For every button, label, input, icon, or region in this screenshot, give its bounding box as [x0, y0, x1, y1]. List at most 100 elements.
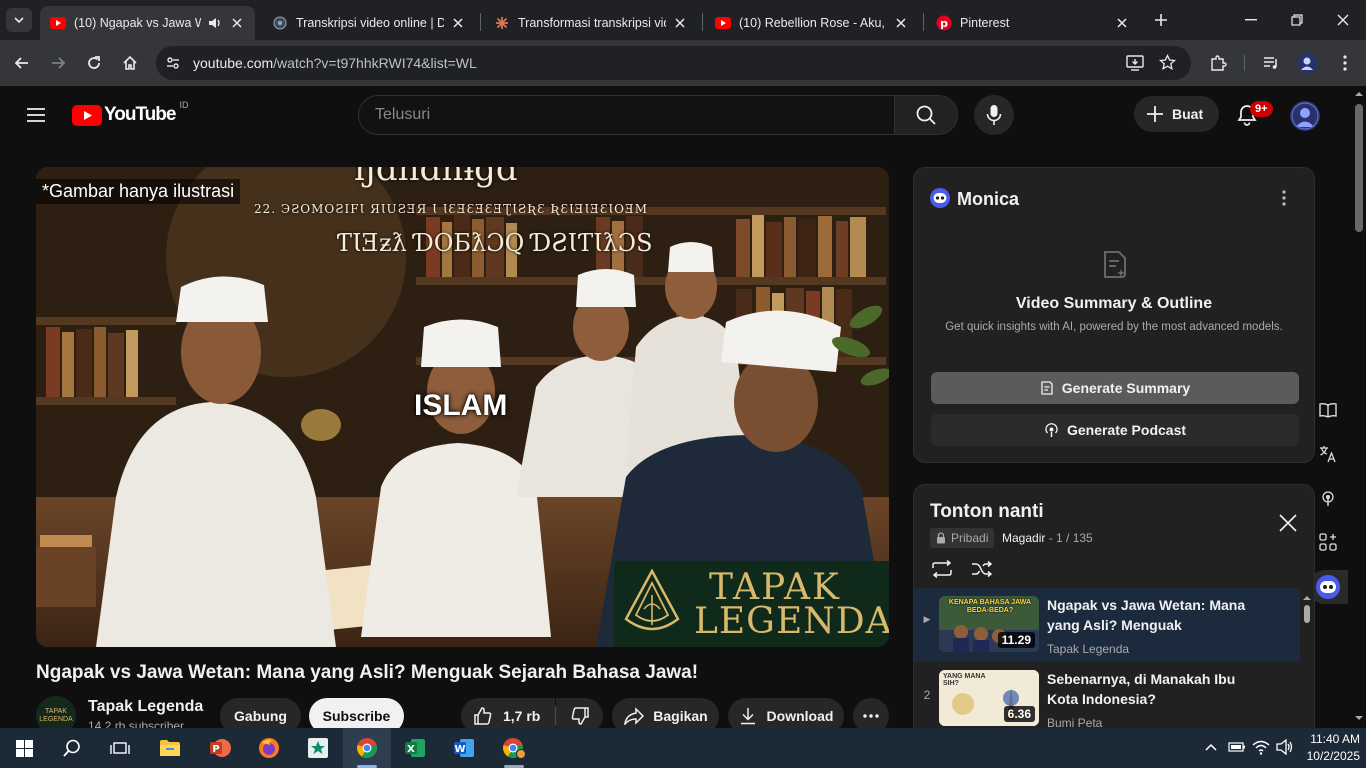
powerpoint-icon: P — [210, 739, 231, 757]
audio-playing-icon[interactable] — [207, 15, 223, 31]
volume-control[interactable] — [1276, 738, 1294, 760]
new-tab-button[interactable] — [1146, 5, 1176, 35]
playlist-scroll-thumb[interactable] — [1304, 605, 1310, 623]
illustration-disclaimer-text: *Gambar hanya ilustrasi — [36, 179, 241, 204]
join-label: Gabung — [234, 708, 287, 724]
shuffle-playlist-button[interactable] — [970, 557, 994, 581]
playlist-item[interactable]: 2 YANG MANA SIH? 6.36 Sebenarnya, di Man… — [914, 662, 1300, 728]
reload-icon — [88, 56, 100, 69]
svg-text:W: W — [454, 744, 465, 755]
monica-title: Monica — [957, 189, 1020, 209]
tab-separator — [480, 13, 481, 31]
site-info-icon[interactable] — [165, 55, 181, 76]
video-player[interactable]: *Gambar hanya ilustrasi ŋɑnɑnɨgɑ 22. ЭƧO… — [36, 167, 889, 647]
folder-icon — [160, 740, 180, 756]
monica-menu-button[interactable] — [1276, 188, 1292, 208]
system-clock[interactable]: 11:40 AM 10/2/2025 — [1296, 731, 1360, 765]
tab-title: Transformasi transkripsi vide — [518, 16, 666, 30]
browser-menu-button[interactable] — [1330, 48, 1360, 78]
thumbs-up-icon — [474, 707, 492, 725]
task-view-button[interactable] — [96, 728, 144, 768]
close-window-button[interactable] — [1320, 0, 1366, 40]
star-app[interactable] — [294, 728, 342, 768]
now-playing-indicator: ▶ — [923, 614, 931, 624]
close-tab-icon[interactable] — [672, 15, 688, 31]
plus-icon — [1147, 106, 1163, 122]
youtube-play-logo-icon — [72, 104, 102, 126]
file-explorer-app[interactable] — [146, 728, 194, 768]
browser-tab-rebellion-rose[interactable]: (10) Rebellion Rose - Aku, Ka — [705, 6, 919, 40]
reader-tool-button[interactable] — [1313, 395, 1343, 425]
back-button[interactable] — [7, 48, 37, 78]
playlist-item[interactable]: ▶ KENAPA BAHASA JAWA BEDA-BEDA? 11.29 Ng… — [914, 588, 1300, 662]
restore-window-button[interactable] — [1274, 0, 1320, 40]
tab-search-button[interactable] — [6, 8, 32, 32]
word-icon: W — [454, 739, 474, 757]
battery-status[interactable] — [1228, 740, 1246, 759]
firefox-app[interactable] — [245, 728, 293, 768]
loop-playlist-button[interactable] — [930, 557, 954, 581]
page-scrollbar[interactable] — [1352, 86, 1366, 728]
playlist-scrollbar[interactable] — [1300, 588, 1314, 728]
page-scroll-thumb[interactable] — [1355, 104, 1363, 232]
start-button[interactable] — [0, 728, 48, 768]
home-button[interactable] — [115, 48, 145, 78]
search-input[interactable] — [375, 106, 894, 124]
chrome-profile-app[interactable] — [490, 728, 538, 768]
arrow-right-icon — [52, 57, 66, 69]
extensions-button[interactable] — [1203, 48, 1233, 78]
wifi-icon — [1252, 740, 1270, 755]
generate-podcast-button[interactable]: Generate Podcast — [931, 414, 1299, 446]
create-button[interactable]: Buat — [1134, 96, 1219, 132]
powerpoint-app[interactable]: P — [196, 728, 244, 768]
channel-name[interactable]: Tapak Legenda — [88, 698, 203, 716]
forward-button[interactable] — [43, 48, 73, 78]
playlist-owner[interactable]: Magadir — [1002, 531, 1045, 545]
windows-logo-icon — [15, 739, 33, 757]
arrow-left-icon — [14, 57, 28, 69]
close-tab-icon[interactable] — [893, 15, 909, 31]
translate-tool-button[interactable] — [1313, 439, 1343, 469]
summary-subtext: Get quick insights with AI, powered by t… — [945, 321, 1283, 333]
close-tab-icon[interactable] — [450, 15, 466, 31]
apps-tool-button[interactable] — [1313, 527, 1343, 557]
profile-button[interactable] — [1292, 48, 1322, 78]
search-box[interactable] — [358, 95, 895, 135]
media-control-button[interactable] — [1256, 48, 1286, 78]
generate-summary-button[interactable]: Generate Summary — [931, 372, 1299, 404]
chrome-icon — [357, 738, 377, 758]
excel-icon: X — [405, 739, 425, 757]
youtube-logo[interactable]: YouTube ID — [72, 100, 188, 126]
close-playlist-button[interactable] — [1276, 511, 1300, 535]
close-tab-icon[interactable] — [1114, 15, 1130, 31]
reload-button[interactable] — [79, 48, 109, 78]
generate-summary-label: Generate Summary — [1061, 380, 1191, 396]
show-hidden-icons-button[interactable] — [1204, 740, 1218, 759]
repeat-icon — [932, 560, 952, 578]
bookmark-star-icon[interactable] — [1158, 53, 1177, 76]
browser-tab-transformasi[interactable]: Transformasi transkripsi vide — [484, 6, 698, 40]
minimize-window-button[interactable] — [1228, 0, 1274, 40]
speaker-icon — [1276, 738, 1293, 756]
close-tab-icon[interactable] — [229, 15, 245, 31]
browser-tab-transkripsi[interactable]: Transkripsi video online | De — [262, 6, 476, 40]
playlist-meta: Magadir - 1 / 135 — [1002, 531, 1093, 545]
more-vertical-icon — [1282, 190, 1286, 206]
install-app-icon[interactable] — [1126, 55, 1144, 76]
word-app[interactable]: W — [440, 728, 488, 768]
browser-tab-youtube[interactable]: (10) Ngapak vs Jawa Wet — [40, 6, 255, 40]
playlist-title[interactable]: Tonton nanti — [930, 501, 1044, 523]
excel-app[interactable]: X — [391, 728, 439, 768]
address-bar[interactable]: youtube.com/watch?v=t97hhkRWI74&list=WL — [156, 46, 1191, 80]
guide-menu-button[interactable] — [20, 99, 52, 131]
network-status[interactable] — [1252, 739, 1270, 760]
voice-search-button[interactable] — [974, 95, 1014, 135]
browser-tab-pinterest[interactable]: p Pinterest — [926, 6, 1140, 40]
taskbar-search-button[interactable] — [48, 728, 96, 768]
channel-avatar-text: TAPAK LEGENDA — [39, 708, 73, 723]
svg-text:X: X — [407, 744, 415, 755]
account-avatar[interactable] — [1290, 101, 1320, 131]
chrome-app-active[interactable] — [343, 728, 391, 768]
podcast-tool-button[interactable] — [1313, 483, 1343, 513]
search-button[interactable] — [894, 95, 958, 135]
